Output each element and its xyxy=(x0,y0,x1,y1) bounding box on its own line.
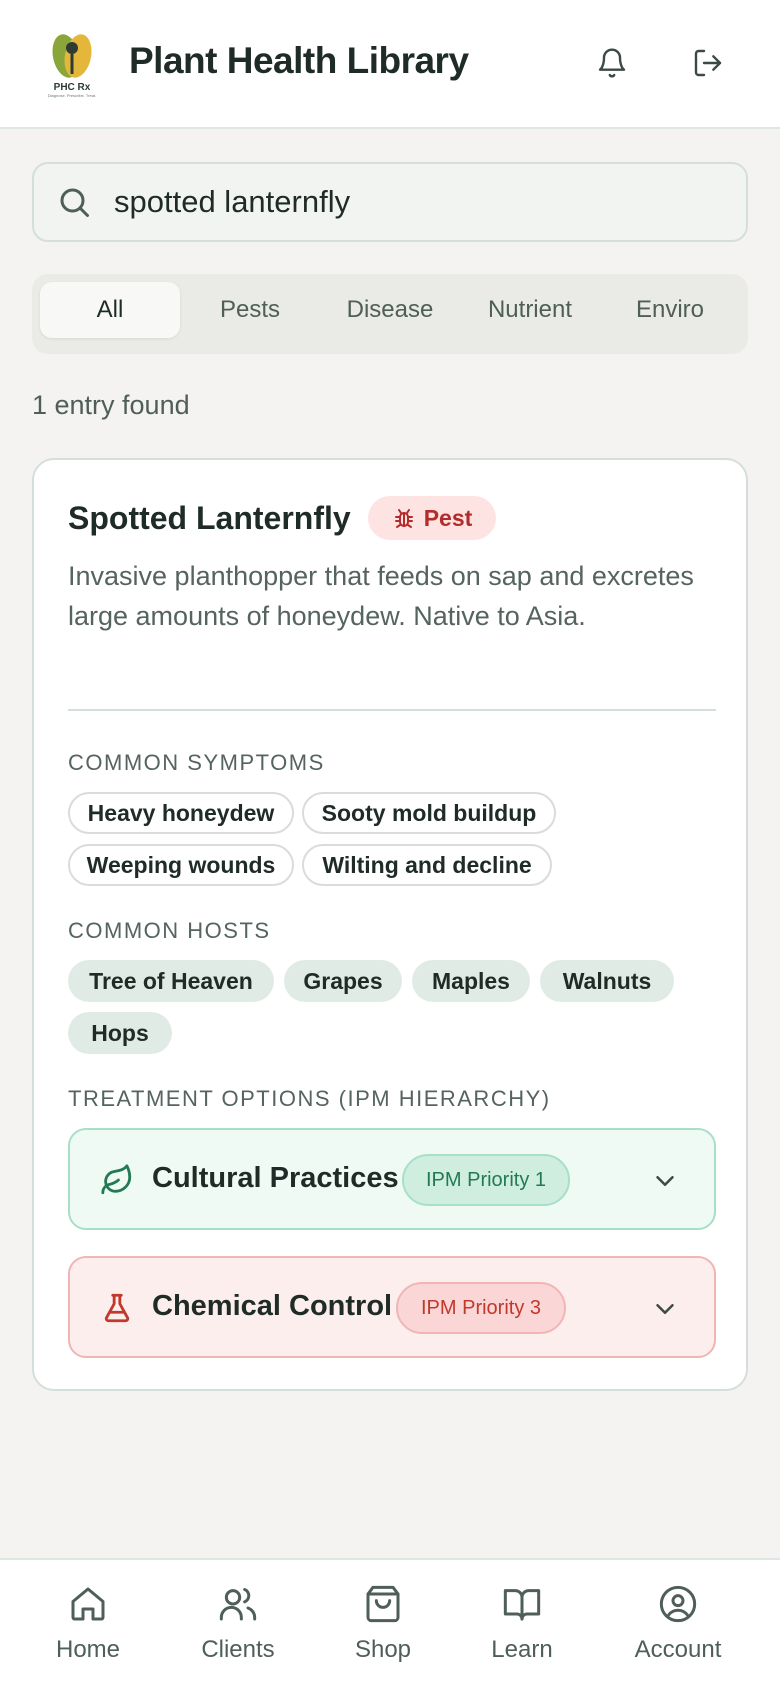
nav-label: Home xyxy=(55,1636,121,1663)
book-icon xyxy=(503,1589,541,1621)
treatment-chemical-control[interactable]: Chemical Control IPM Priority 3 xyxy=(68,1256,716,1358)
nav-home[interactable]: Home xyxy=(13,1584,163,1674)
symptom-chip: Sooty mold buildup xyxy=(302,792,556,834)
bell-icon xyxy=(598,48,626,78)
logout-icon xyxy=(694,49,722,77)
search-bar[interactable] xyxy=(32,162,748,242)
category-tabs: All Pests Disease Nutrient Enviro xyxy=(32,274,748,354)
users-icon xyxy=(219,1588,257,1621)
host-chip: Maples xyxy=(412,960,530,1002)
priority-badge: IPM Priority 1 xyxy=(402,1154,570,1206)
nav-label: Shop xyxy=(354,1636,412,1663)
leaf-icon xyxy=(101,1164,132,1195)
page-title: Plant Health Library xyxy=(129,40,469,81)
symptom-chip: Heavy honeydew xyxy=(68,792,294,834)
nav-label: Learn xyxy=(491,1636,553,1663)
tab-pests[interactable]: Pests xyxy=(180,282,320,338)
treatment-cultural-practices[interactable]: Cultural Practices IPM Priority 1 xyxy=(68,1128,716,1230)
nav-label: Clients xyxy=(201,1636,275,1663)
nav-account[interactable]: Account xyxy=(603,1584,753,1674)
flask-icon xyxy=(104,1293,130,1323)
chevron-down-icon[interactable] xyxy=(650,1294,680,1324)
nav-shop[interactable]: Shop xyxy=(308,1584,458,1674)
entry-description: Invasive planthopper that feeds on sap a… xyxy=(68,561,694,631)
entry-card: Spotted Lanternfly Pest Invasive plantho… xyxy=(32,458,748,1391)
logout-button[interactable] xyxy=(685,40,731,86)
search-icon xyxy=(60,188,89,217)
chevron-down-icon[interactable] xyxy=(650,1166,680,1196)
logo-tagline: Diagnose. Prescribe. Treat. xyxy=(48,93,96,98)
treatment-name: Chemical Control xyxy=(152,1290,393,1322)
host-chip: Walnuts xyxy=(540,960,674,1002)
tab-enviro[interactable]: Enviro xyxy=(600,282,740,338)
treatments-heading: TREATMENT OPTIONS (IPM HIERARCHY) xyxy=(68,1086,551,1111)
app-logo: PHC Rx Diagnose. Prescribe. Treat. xyxy=(44,30,100,98)
entry-title: Spotted Lanternfly xyxy=(68,500,351,536)
result-count: 1 entry found xyxy=(32,390,190,420)
badge-label: Pest xyxy=(423,504,473,531)
user-circle-icon xyxy=(659,1585,697,1623)
host-chip: Grapes xyxy=(284,960,402,1002)
nav-label: Account xyxy=(634,1636,722,1663)
host-chip: Hops xyxy=(68,1012,172,1054)
divider xyxy=(68,709,716,711)
app-header: PHC Rx Diagnose. Prescribe. Treat. Plant… xyxy=(0,0,780,129)
hosts-heading: COMMON HOSTS xyxy=(68,918,271,943)
logo-text: PHC Rx xyxy=(54,82,91,93)
search-input[interactable] xyxy=(114,178,714,226)
tab-disease[interactable]: Disease xyxy=(320,282,460,338)
treatment-name: Cultural Practices xyxy=(152,1162,399,1194)
nav-clients[interactable]: Clients xyxy=(163,1584,313,1674)
symptom-chip: Wilting and decline xyxy=(302,844,552,886)
home-icon xyxy=(71,1587,105,1621)
bug-icon xyxy=(394,509,413,528)
category-badge: Pest xyxy=(368,496,496,540)
tab-nutrient[interactable]: Nutrient xyxy=(460,282,600,338)
symptoms-heading: COMMON SYMPTOMS xyxy=(68,750,325,775)
nav-learn[interactable]: Learn xyxy=(447,1584,597,1674)
bottom-nav: Home Clients Shop Learn Account xyxy=(0,1558,780,1688)
shopping-bag-icon xyxy=(366,1585,400,1623)
host-chip: Tree of Heaven xyxy=(68,960,274,1002)
priority-badge: IPM Priority 3 xyxy=(396,1282,566,1334)
tab-all[interactable]: All xyxy=(40,282,180,338)
symptom-chip: Weeping wounds xyxy=(68,844,294,886)
notifications-button[interactable] xyxy=(589,40,635,86)
